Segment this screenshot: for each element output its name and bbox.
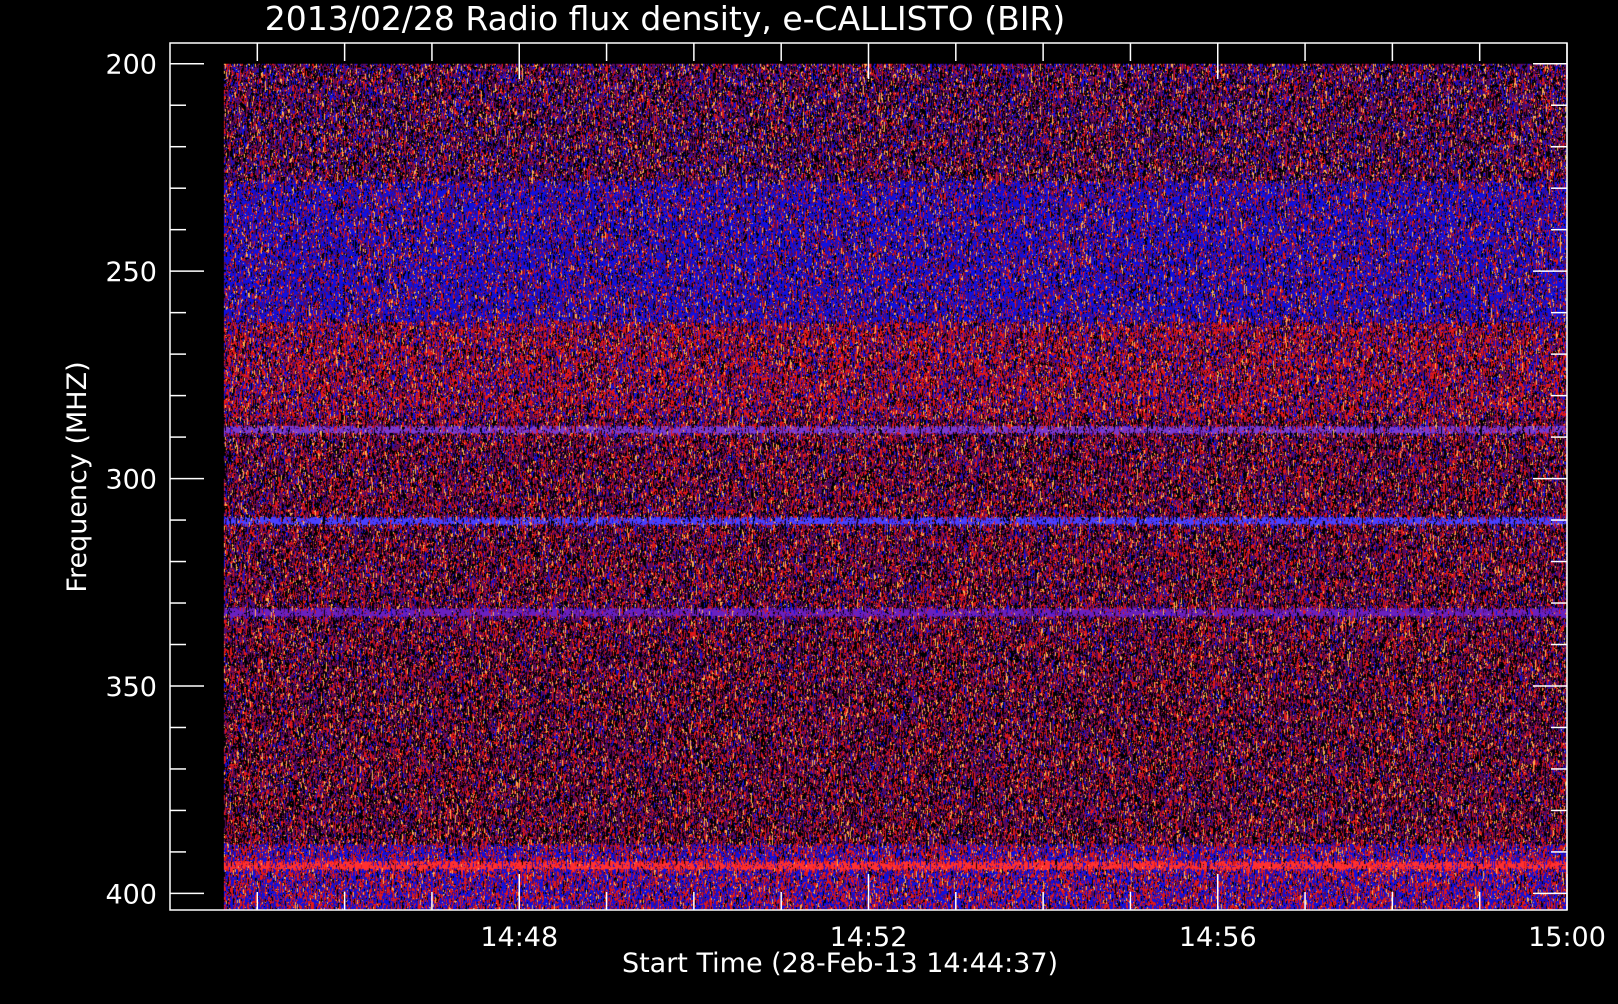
y-axis-label: Frequency (MHZ) bbox=[62, 361, 93, 592]
x-axis-label: Start Time (28-Feb-13 14:44:37) bbox=[622, 948, 1058, 979]
x-tick-label: 15:00 bbox=[1528, 922, 1606, 953]
heatmap-image bbox=[223, 63, 1567, 910]
heatmap bbox=[223, 63, 1567, 910]
y-tick-label: 300 bbox=[105, 465, 157, 496]
chart-svg: 2013/02/28 Radio flux density, e-CALLIST… bbox=[0, 0, 1618, 1000]
x-tick-label: 14:48 bbox=[480, 922, 558, 953]
y-tick-label: 350 bbox=[105, 672, 157, 703]
spectrogram-chart: 2013/02/28 Radio flux density, e-CALLIST… bbox=[0, 0, 1618, 1000]
y-tick-label: 400 bbox=[105, 879, 157, 910]
chart-title: 2013/02/28 Radio flux density, e-CALLIST… bbox=[265, 0, 1066, 38]
y-tick-label: 200 bbox=[105, 50, 157, 81]
y-tick-label: 250 bbox=[105, 257, 157, 288]
x-tick-label: 14:56 bbox=[1179, 922, 1257, 953]
